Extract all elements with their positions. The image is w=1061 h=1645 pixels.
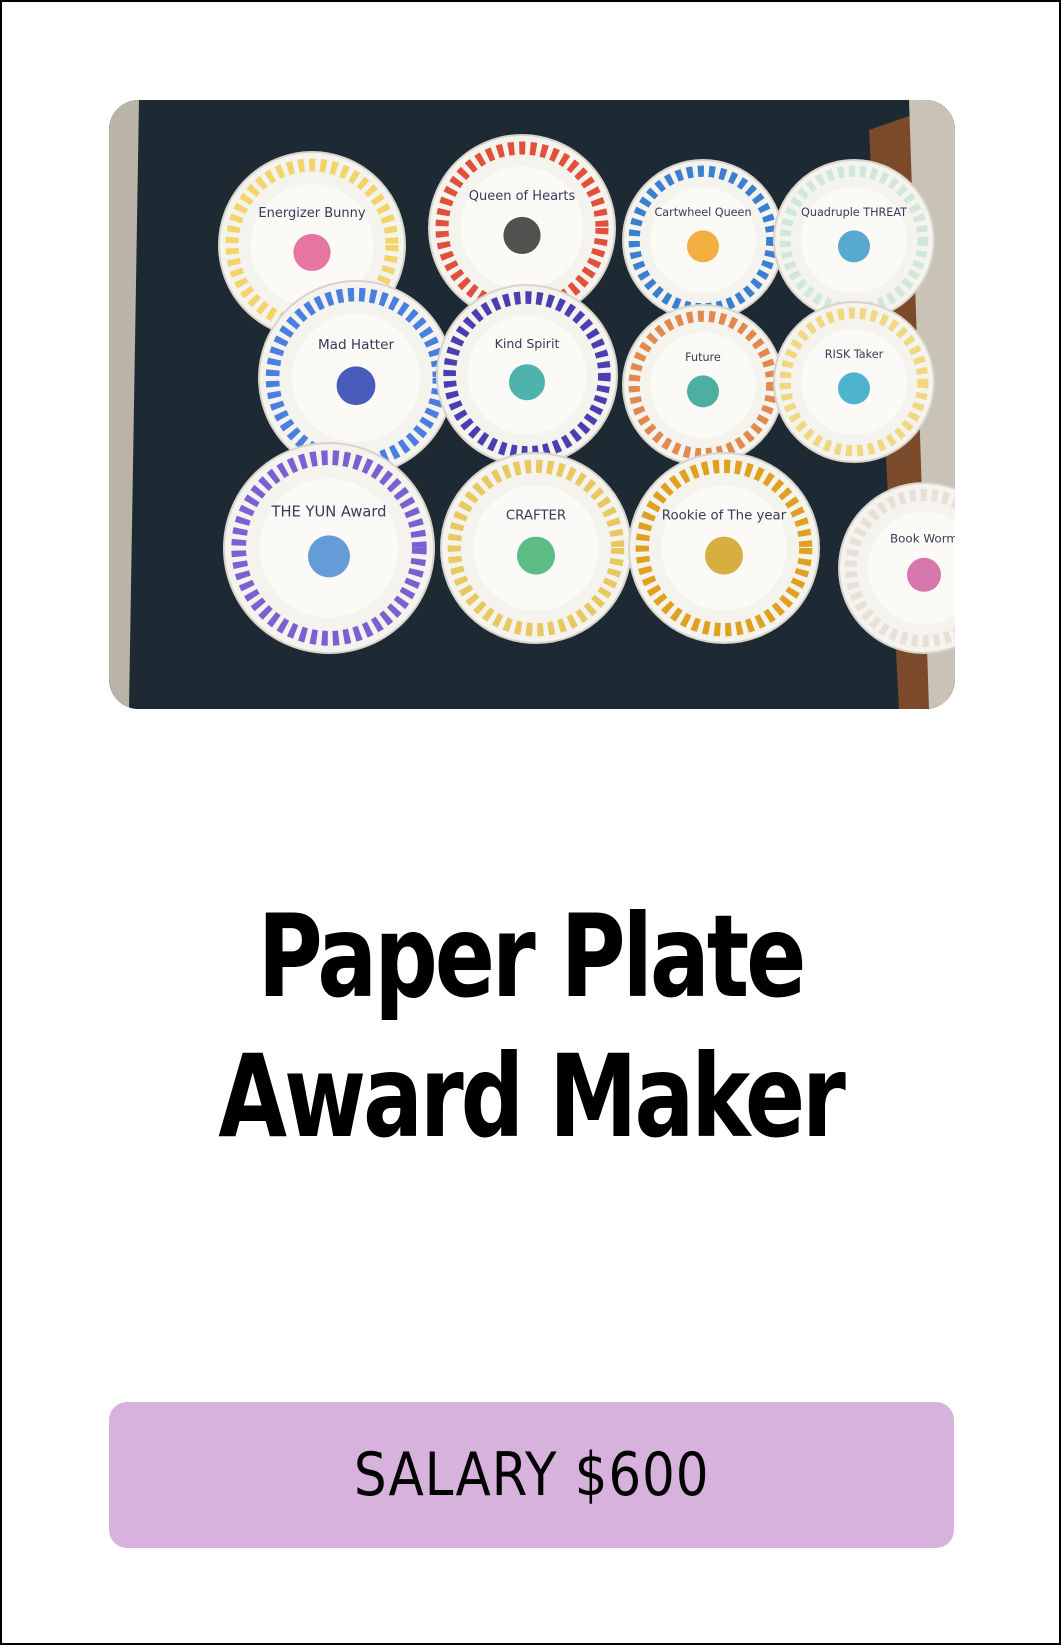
plate-10: CRAFTER (440, 452, 632, 644)
plate-drawing (705, 536, 743, 575)
plate-drawing (838, 372, 870, 405)
plate-6: Kind Spirit (436, 284, 618, 466)
plate-label: CRAFTER (506, 509, 566, 524)
plate-label: Book Worm (890, 532, 955, 546)
plate-drawing (293, 233, 331, 272)
plate-drawing (336, 366, 376, 406)
plate-label: Kind Spirit (495, 336, 560, 351)
plate-drawing (907, 557, 941, 592)
plate-label: Mad Hatter (318, 337, 395, 353)
plates-photo-svg: Energizer Bunny Queen of Hearts Cartwheel … (109, 100, 955, 709)
plate-label: Future (685, 351, 721, 364)
salary-badge: SALARY $600 (109, 1402, 954, 1548)
plate-drawing (509, 364, 545, 401)
title-line-1: Paper Plate (257, 890, 807, 1023)
plate-drawing (687, 230, 719, 263)
plate-8: RISK Taker (773, 301, 935, 463)
plate-drawing (517, 536, 555, 575)
plate-label: Cartwheel Queen (654, 206, 751, 219)
plate-11: Rookie of The year (628, 452, 820, 644)
plate-label: Quadruple THREAT (801, 206, 907, 219)
plate-drawing (308, 535, 350, 578)
plate-3: Cartwheel Queen (622, 159, 784, 321)
plate-label: Queen of Hearts (469, 189, 576, 204)
plates-photo: Energizer Bunny Queen of Hearts Cartwheel … (109, 100, 955, 709)
page-title: Paper Plate Award Maker (118, 887, 942, 1167)
plate-drawing (503, 216, 541, 255)
title-line-2: Award Maker (218, 1030, 846, 1163)
plate-9: THE YUN Award (223, 442, 435, 654)
plate-drawing (838, 230, 870, 263)
plate-label: THE YUN Award (271, 504, 387, 521)
plate-label: Energizer Bunny (258, 206, 365, 221)
salary-label: SALARY $600 (353, 1440, 710, 1510)
plate-4: Quadruple THREAT (773, 159, 935, 321)
plate-label: RISK Taker (825, 348, 884, 361)
award-card: Energizer Bunny Queen of Hearts Cartwheel … (0, 0, 1061, 1645)
plates-layer: Energizer Bunny Queen of Hearts Cartwheel … (218, 134, 955, 654)
plate-7: Future (622, 304, 784, 466)
plate-label: Rookie of The year (662, 509, 787, 524)
plate-drawing (687, 375, 719, 408)
